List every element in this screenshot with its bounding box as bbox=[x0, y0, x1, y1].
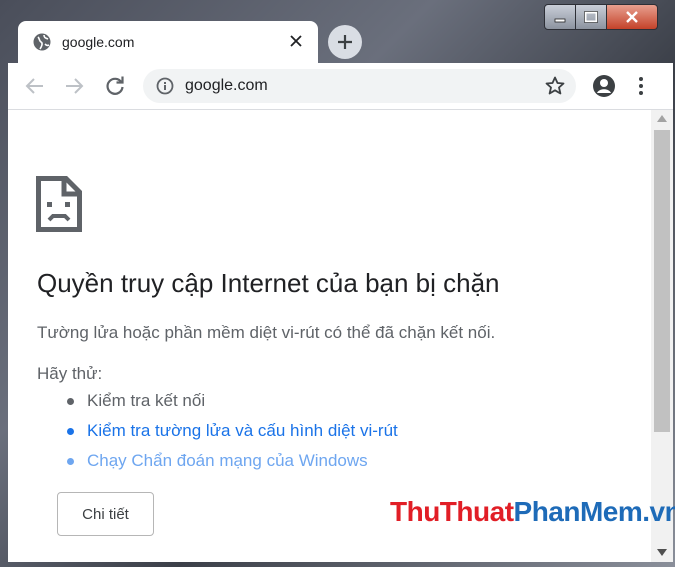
sad-document-icon bbox=[36, 176, 82, 237]
plus-icon bbox=[338, 35, 352, 49]
error-description: Tường lửa hoặc phần mềm diệt vi-rút có t… bbox=[37, 323, 496, 342]
suggestion-list: Kiểm tra kết nối Kiểm tra tường lửa và c… bbox=[37, 386, 398, 476]
try-label: Hãy thử: bbox=[37, 364, 103, 383]
scroll-up-arrow-icon[interactable] bbox=[657, 115, 667, 122]
close-icon bbox=[626, 11, 638, 23]
info-icon[interactable] bbox=[156, 77, 174, 100]
window-controls bbox=[544, 4, 658, 30]
watermark-part2: PhanMem bbox=[513, 496, 643, 527]
globe-icon bbox=[33, 33, 51, 56]
windows-network-diagnostics-link[interactable]: Chạy Chẩn đoán mạng của Windows bbox=[67, 446, 398, 476]
minimize-button[interactable] bbox=[544, 4, 576, 30]
url-text[interactable]: google.com bbox=[185, 77, 268, 95]
vertical-scrollbar[interactable] bbox=[651, 110, 673, 562]
watermark-part1: ThuThuat bbox=[390, 496, 514, 527]
minimize-icon bbox=[554, 18, 566, 23]
close-window-button[interactable] bbox=[607, 4, 658, 30]
scroll-down-arrow-icon[interactable] bbox=[657, 549, 667, 556]
details-button[interactable]: Chi tiết bbox=[57, 492, 154, 536]
list-item: Kiểm tra kết nối bbox=[67, 386, 398, 416]
scroll-thumb[interactable] bbox=[654, 130, 670, 432]
watermark-part3: .vn bbox=[642, 496, 675, 527]
error-heading: Quyền truy cập Internet của bạn bị chặn bbox=[37, 268, 500, 298]
browser-toolbar: google.com bbox=[8, 63, 673, 110]
new-tab-button[interactable] bbox=[328, 25, 362, 59]
profile-avatar-icon[interactable] bbox=[592, 74, 616, 103]
reload-icon[interactable] bbox=[104, 75, 126, 102]
page-content: Quyền truy cập Internet của bạn bị chặn … bbox=[8, 110, 651, 562]
back-arrow-icon[interactable] bbox=[24, 75, 46, 102]
watermark-logo: ThuThuatPhanMem.vn bbox=[390, 496, 675, 528]
firewall-antivirus-link[interactable]: Kiểm tra tường lửa và cấu hình diệt vi-r… bbox=[67, 416, 398, 446]
close-tab-icon[interactable] bbox=[288, 33, 304, 54]
browser-tab[interactable]: google.com bbox=[18, 21, 318, 63]
more-options-icon[interactable] bbox=[638, 75, 644, 102]
address-bar[interactable]: google.com bbox=[143, 69, 576, 103]
bookmark-star-icon[interactable] bbox=[545, 76, 565, 101]
maximize-icon bbox=[584, 11, 598, 23]
forward-arrow-icon[interactable] bbox=[63, 75, 85, 102]
maximize-button[interactable] bbox=[576, 4, 607, 30]
tab-title: google.com bbox=[62, 34, 135, 50]
